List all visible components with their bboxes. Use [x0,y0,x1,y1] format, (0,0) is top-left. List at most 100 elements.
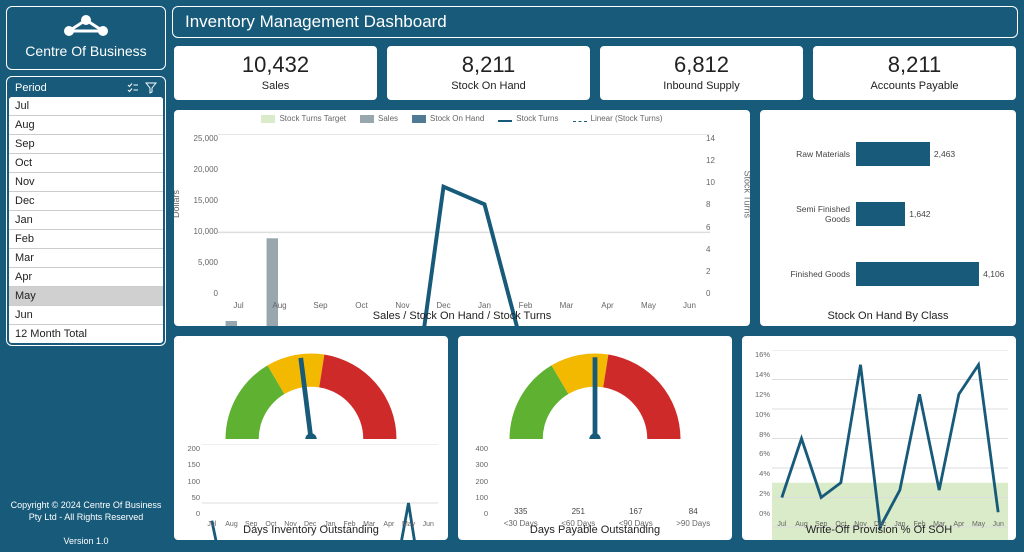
legend-item: Stock Turns Target [261,114,346,123]
period-item[interactable]: Sep [9,135,163,154]
dpo-bar-col: 251 [550,507,608,518]
page-title: Inventory Management Dashboard [172,6,1018,38]
period-item[interactable]: May [9,287,163,306]
period-item[interactable]: Aug [9,116,163,135]
writeoff-card: 0%2%4%6%8%10%12%14%16% JulAugSepOctNovDe… [740,334,1018,542]
soh-class-card: Raw Materials 2,463 Semi Finished Goods … [758,108,1018,328]
hbar-row: Semi Finished Goods 1,642 [770,184,1006,244]
kpi-card: 8,211 Stock On Hand [385,44,592,102]
dpo-bar-col: 335 [492,507,550,518]
dpo-bar-value: 167 [629,507,642,516]
dpo-card: 4003002001000 335 251 167 84 <30 Days<60… [456,334,734,542]
period-item[interactable]: Jan [9,211,163,230]
version-text: Version 1.0 [6,536,166,546]
legend-item: Stock On Hand [412,114,484,123]
kpi-label: Accounts Payable [817,80,1012,92]
combo-legend: Stock Turns Target Sales Stock On Hand S… [174,110,750,123]
dpo-bar-value: 335 [514,507,527,516]
hbar-fill [856,262,979,286]
period-item[interactable]: Nov [9,173,163,192]
combo-chart-title: Sales / Stock On Hand / Stock Turns [174,310,750,322]
hbar-value: 2,463 [934,149,955,159]
dpo-gauge-wrap [458,344,732,439]
filter-icon[interactable] [145,82,157,94]
combo-y-right: 14121086420 [706,134,746,298]
period-item[interactable]: Feb [9,230,163,249]
soh-class-title: Stock On Hand By Class [760,310,1016,322]
period-item[interactable]: Oct [9,154,163,173]
kpi-label: Stock On Hand [391,80,586,92]
chart-row-1: Stock Turns Target Sales Stock On Hand S… [172,108,1018,328]
hbar-track: 1,642 [856,202,1006,226]
dio-gauge-wrap [174,344,448,439]
legend-swatch [573,121,587,122]
hbar-fill [856,202,905,226]
kpi-card: 10,432 Sales [172,44,379,102]
legend-swatch [360,115,374,123]
sidebar: Centre Of Business Period JulAugSepOctNo… [6,6,166,546]
period-list: JulAugSepOctNovDecJanFebMarAprMayJun12 M… [9,97,163,343]
hbar-row: Raw Materials 2,463 [770,124,1006,184]
combo-y-left: 25,00020,00015,00010,0005,0000 [178,134,218,298]
hbar-label: Semi Finished Goods [770,204,850,224]
legend-item: Linear (Stock Turns) [573,114,663,123]
hbar-value: 1,642 [909,209,930,219]
dpo-bar-col: 167 [607,507,665,518]
kpi-value: 8,211 [391,52,586,78]
period-filter-card: Period JulAugSepOctNovDecJanFebMarAprMay… [6,76,166,346]
dpo-bar-value: 251 [572,507,585,516]
checklist-icon[interactable] [127,82,139,94]
kpi-row: 10,432 Sales8,211 Stock On Hand6,812 Inb… [172,44,1018,102]
legend-item: Sales [360,114,398,123]
hbar-track: 2,463 [856,142,1006,166]
brand-logo-icon [59,13,113,39]
legend-swatch [412,115,426,123]
kpi-value: 6,812 [604,52,799,78]
combo-chart-card: Stock Turns Target Sales Stock On Hand S… [172,108,752,328]
dpo-gauge [500,344,690,439]
period-item[interactable]: Dec [9,192,163,211]
kpi-value: 10,432 [178,52,373,78]
dpo-title: Days Payable Outstanding [458,524,732,536]
period-item[interactable]: 12 Month Total [9,325,163,343]
period-item[interactable]: Apr [9,268,163,287]
period-header: Period [9,79,163,97]
hbar-label: Raw Materials [770,149,850,159]
brand-card: Centre Of Business [6,6,166,70]
writeoff-title: Write-Off Provision % Of SOH [742,524,1016,536]
combo-x-axis: JulAugSepOctNovDecJanFebMarAprMayJun [218,301,710,310]
dpo-y-axis: 4003002001000 [462,444,488,518]
soh-class-chart: Raw Materials 2,463 Semi Finished Goods … [770,124,1006,304]
combo-y-left-label: Dollars [172,190,181,218]
kpi-value: 8,211 [817,52,1012,78]
dio-gauge [216,344,406,439]
chart-row-2: 200150100500 JulAugSepOctNovDecJanFebMar… [172,334,1018,542]
hbar-fill [856,142,930,166]
hbar-row: Finished Goods 4,106 [770,244,1006,304]
period-label: Period [15,82,47,94]
dpo-bar-chart: 335 251 167 84 [492,444,722,518]
period-item[interactable]: Mar [9,249,163,268]
hbar-label: Finished Goods [770,269,850,279]
kpi-label: Inbound Supply [604,80,799,92]
main-area: Inventory Management Dashboard 10,432 Sa… [172,6,1018,546]
dio-y-axis: 200150100500 [178,444,200,518]
dio-title: Days Inventory Outstanding [174,524,448,536]
combo-chart [218,134,710,328]
brand-name: Centre Of Business [11,43,161,59]
hbar-track: 4,106 [856,262,1006,286]
writeoff-chart [772,350,1008,542]
legend-swatch [261,115,275,123]
period-item[interactable]: Jun [9,306,163,325]
kpi-card: 8,211 Accounts Payable [811,44,1018,102]
writeoff-y-axis: 0%2%4%6%8%10%12%14%16% [746,350,770,518]
period-item[interactable]: Jul [9,97,163,116]
combo-y-right-label: Stock Turns [743,170,752,218]
legend-swatch [498,120,512,122]
dio-card: 200150100500 JulAugSepOctNovDecJanFebMar… [172,334,450,542]
copyright-text: Copyright © 2024 Centre Of Business Pty … [6,499,166,524]
kpi-card: 6,812 Inbound Supply [598,44,805,102]
legend-item: Stock Turns [498,114,558,123]
kpi-label: Sales [178,80,373,92]
hbar-value: 4,106 [983,269,1004,279]
